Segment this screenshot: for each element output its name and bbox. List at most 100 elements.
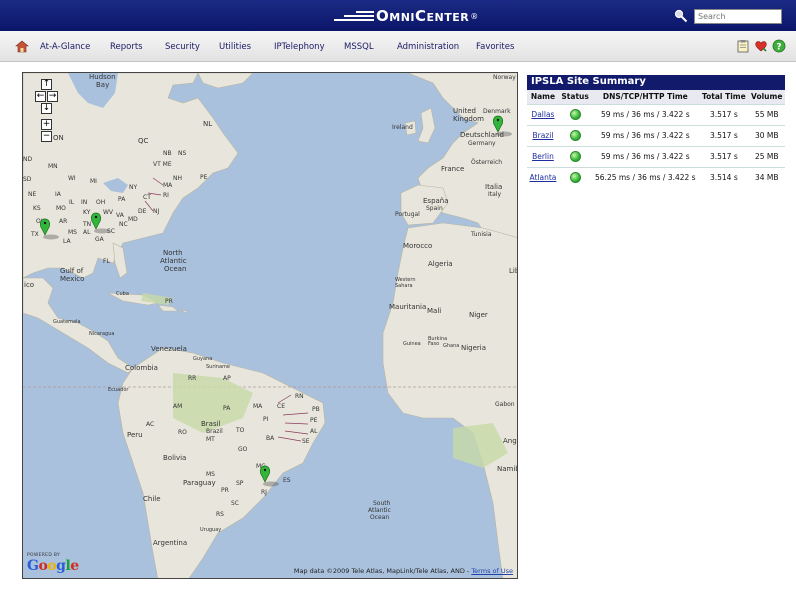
pan-left-icon[interactable]: ← [35, 91, 46, 102]
nav-item-utilities[interactable]: Utilities [219, 42, 251, 52]
svg-text:NJ: NJ [153, 208, 159, 215]
svg-text:Suriname: Suriname [206, 364, 230, 370]
svg-text:España: España [423, 197, 449, 205]
svg-text:United: United [453, 107, 476, 115]
svg-text:Venezuela: Venezuela [151, 345, 187, 353]
col-header-name: Name [527, 90, 559, 104]
svg-text:Spain: Spain [426, 205, 443, 212]
nav-item-iptelephony[interactable]: IPTelephony [274, 42, 325, 52]
svg-text:IL: IL [69, 199, 75, 206]
svg-text:MS: MS [68, 229, 77, 236]
svg-text:ES: ES [283, 477, 291, 484]
brand-dashes-icon [334, 11, 374, 21]
svg-text:Cuba: Cuba [116, 291, 129, 297]
svg-text:NC: NC [119, 221, 128, 228]
nav-item-favorites[interactable]: Favorites [476, 42, 514, 52]
nav-item-mssql[interactable]: MSSQL [344, 42, 374, 52]
table-row: Berlin 59 ms / 36 ms / 3.422 s 3.517 s 2… [527, 145, 785, 167]
svg-text:Atlantic: Atlantic [368, 507, 391, 514]
google-branding: POWERED BY Google [27, 553, 79, 574]
svg-text:KS: KS [33, 205, 41, 212]
search-input[interactable] [694, 9, 782, 24]
col-header-status: Status [558, 90, 592, 104]
svg-text:AR: AR [59, 218, 67, 225]
svg-text:PB: PB [312, 406, 320, 413]
brand-logo: OmniCenter ® [334, 5, 478, 27]
svg-text:PR: PR [165, 298, 173, 305]
svg-text:RS: RS [216, 511, 224, 518]
nav-right-icons: ? [736, 39, 786, 53]
site-map[interactable]: Hudson Bay Norway Denmark United Kingdom… [22, 72, 518, 579]
svg-text:North: North [163, 249, 183, 257]
svg-text:Paraguay: Paraguay [183, 479, 216, 487]
cell-total: 3.517 s [699, 103, 749, 125]
svg-text:France: France [441, 165, 464, 173]
svg-text:Faso: Faso [428, 341, 439, 347]
help-icon[interactable]: ? [772, 39, 786, 53]
nav-item-administration[interactable]: Administration [397, 42, 459, 52]
svg-text:PA: PA [118, 196, 126, 203]
cell-times: 56.25 ms / 36 ms / 3.422 s [591, 166, 700, 188]
zoom-in-icon[interactable]: + [41, 119, 52, 130]
svg-text:Uruguay: Uruguay [200, 527, 221, 533]
home-icon[interactable] [15, 40, 29, 53]
svg-text:RI: RI [163, 192, 169, 199]
svg-text:Algeria: Algeria [428, 260, 453, 268]
svg-text:Sahara: Sahara [395, 283, 413, 289]
svg-text:Ang: Ang [503, 437, 517, 445]
nav-item-reports[interactable]: Reports [110, 42, 143, 52]
col-header-times: DNS/TCP/HTTP Time [591, 90, 700, 104]
site-link-atlanta[interactable]: Atlanta [529, 173, 556, 182]
terms-of-use-link[interactable]: Terms of Use [471, 567, 513, 575]
cell-volume: 30 MB [748, 124, 785, 146]
svg-text:RR: RR [188, 375, 196, 382]
site-link-berlin[interactable]: Berlin [532, 152, 554, 161]
svg-text:Brasil: Brasil [201, 420, 221, 428]
svg-text:NB: NB [163, 150, 172, 157]
clipboard-icon[interactable] [736, 39, 750, 53]
google-logo: Google [27, 558, 79, 574]
svg-text:Guinea: Guinea [403, 341, 421, 347]
svg-text:NL: NL [203, 120, 212, 128]
svg-text:BA: BA [266, 435, 275, 442]
svg-text:NH: NH [173, 175, 182, 182]
zoom-out-icon[interactable]: − [41, 131, 52, 142]
pan-down-icon[interactable]: ↓ [41, 103, 52, 114]
svg-text:Lib: Lib [509, 267, 518, 275]
svg-text:PE: PE [310, 417, 318, 424]
site-link-dallas[interactable]: Dallas [531, 110, 554, 119]
pan-right-icon[interactable]: → [47, 91, 58, 102]
nav-item-at-a-glance[interactable]: At-A-Glance [40, 42, 90, 52]
svg-text:MA: MA [163, 182, 173, 189]
svg-text:NS: NS [178, 150, 186, 157]
svg-text:AL: AL [83, 229, 91, 236]
map-canvas[interactable]: Hudson Bay Norway Denmark United Kingdom… [23, 73, 518, 579]
svg-text:?: ? [776, 43, 781, 53]
svg-text:Mali: Mali [427, 307, 441, 315]
svg-text:MA: MA [253, 403, 263, 410]
svg-text:KY: KY [83, 209, 91, 216]
svg-text:DE: DE [138, 208, 147, 215]
search-icon[interactable] [674, 9, 688, 23]
svg-text:Italia: Italia [485, 183, 502, 191]
svg-text:Niger: Niger [469, 311, 488, 319]
nav-item-security[interactable]: Security [165, 42, 200, 52]
svg-text:MT: MT [206, 436, 215, 443]
heart-icon[interactable] [754, 39, 768, 53]
pan-up-icon[interactable]: ↑ [41, 79, 52, 90]
cell-total: 3.517 s [699, 145, 749, 167]
svg-text:CE: CE [277, 403, 285, 410]
svg-text:OH: OH [96, 199, 105, 206]
svg-text:TX: TX [30, 231, 39, 238]
svg-text:PR: PR [221, 487, 229, 494]
svg-text:Guatemala: Guatemala [53, 319, 81, 325]
svg-text:MD: MD [128, 216, 138, 223]
map-attribution: Map data ©2009 Tele Atlas, MapLink/Tele … [294, 567, 513, 575]
site-link-brazil[interactable]: Brazil [532, 131, 553, 140]
svg-text:Bolivia: Bolivia [163, 454, 186, 462]
svg-text:IA: IA [55, 191, 62, 198]
cell-volume: 25 MB [748, 145, 785, 167]
cell-times: 59 ms / 36 ms / 3.422 s [591, 124, 700, 146]
svg-text:SD: SD [23, 176, 32, 183]
svg-text:GO: GO [238, 446, 248, 453]
